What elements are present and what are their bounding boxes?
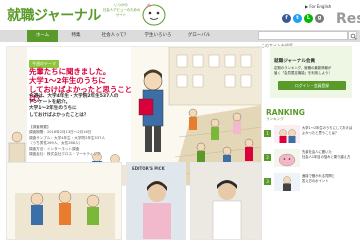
hero-title-line: 大学1～2年生のうちに bbox=[29, 76, 106, 85]
member-title: 就職ジャーナル会員 bbox=[274, 59, 316, 64]
googleplus-icon[interactable]: g bbox=[315, 14, 324, 23]
ranking-item[interactable]: 2 先輩社会人に聞いた 社会人1年目の悩みと乗り越え方 bbox=[264, 148, 356, 170]
tagline-line: サイト bbox=[115, 13, 127, 17]
search-box bbox=[258, 31, 348, 49]
hero-survey-meta: 【調査概要】 調査期間：2016年2月13日～2月16日 調査サンプル：大学4年… bbox=[29, 125, 133, 157]
ranking-item[interactable]: 1 大学1～2年生のうちにしておけば よかったと思うことは？ bbox=[264, 124, 356, 146]
ranking-thumbnail bbox=[274, 125, 300, 143]
article-card[interactable] bbox=[6, 162, 122, 240]
article-card[interactable] bbox=[190, 162, 262, 240]
hero-title-line: 先輩たちに聞きました。 bbox=[29, 67, 111, 76]
rank-number: 1 bbox=[264, 130, 271, 137]
site-header: 就職ジャーナル いつかの 社会人デビューのための サイト ▶ For Engli… bbox=[0, 0, 360, 30]
twitter-icon[interactable]: t bbox=[293, 14, 302, 23]
nav-shakaijin[interactable]: 社会人って? bbox=[94, 30, 134, 42]
rank-number: 3 bbox=[264, 178, 271, 185]
member-text: 定期のランキング、就職の最新情報が 届く「会員限定機能」を利用しよう！ bbox=[274, 66, 350, 76]
ranking-item-text: 面接で聞かれる質問と 答え方のポイント bbox=[302, 174, 356, 183]
member-text-line: 届く「会員限定機能」を利用しよう！ bbox=[274, 71, 332, 75]
ranking-subtitle: ランキング bbox=[266, 117, 284, 121]
mascot-character-icon bbox=[142, 3, 166, 26]
ranking-heading: RANKING bbox=[266, 108, 305, 117]
ranking-item-text: 大学1～2年生のうちにしておけば よかったと思うことは？ bbox=[302, 126, 356, 135]
line-icon[interactable]: L bbox=[304, 14, 313, 23]
english-link[interactable]: ▶ For English bbox=[305, 4, 331, 9]
nav-global[interactable]: グローバル bbox=[182, 30, 216, 42]
rank-number: 2 bbox=[264, 154, 271, 161]
ranking-item-line: 答え方のポイント bbox=[302, 178, 329, 183]
ranking-item[interactable]: 3 面接で聞かれる質問と 答え方のポイント bbox=[264, 172, 356, 194]
hero-lead-line: しておけばよかったことは？ bbox=[29, 112, 89, 118]
ranking-item-text: 先輩社会人に聞いた 社会人1年目の悩みと乗り越え方 bbox=[302, 150, 356, 159]
article-card[interactable] bbox=[126, 162, 186, 240]
editor-pick-label: EDITOR'S PICK bbox=[132, 166, 165, 171]
nav-feature[interactable]: 特集 bbox=[62, 30, 90, 42]
partner-logo[interactable]: Res bbox=[336, 11, 360, 27]
facebook-icon[interactable]: f bbox=[282, 14, 291, 23]
nav-home[interactable]: ホーム bbox=[27, 30, 58, 42]
hero-meta-line: 調査会社：株式会社クロス・マーケティング bbox=[29, 152, 101, 157]
ranking-thumbnail bbox=[274, 173, 300, 191]
nav-students[interactable]: 学生いろいろ bbox=[138, 30, 178, 42]
article-card-illustration bbox=[15, 190, 115, 239]
ranking-thumbnail bbox=[274, 149, 300, 167]
search-icon bbox=[350, 33, 357, 40]
site-tagline: いつかの 社会人デビューのための サイト bbox=[103, 3, 140, 18]
article-card-photo bbox=[127, 163, 185, 239]
ranking-item-line: 大学1～2年生のうちにしておけば bbox=[302, 126, 353, 130]
ranking-item-line: 社会人1年目の悩みと乗り越え方 bbox=[302, 154, 351, 159]
article-card-photo bbox=[191, 163, 261, 239]
login-register-button[interactable]: ログイン・会員登録 bbox=[278, 81, 346, 90]
ranking-item-line: よかったと思うことは？ bbox=[302, 130, 339, 135]
hero-lead: 今週は、大学4年生・大学院2年生537人の アンケートを紹介。 大学1～2年生の… bbox=[29, 94, 131, 119]
search-button[interactable] bbox=[348, 31, 357, 40]
site-logo[interactable]: 就職ジャーナル bbox=[7, 5, 101, 25]
